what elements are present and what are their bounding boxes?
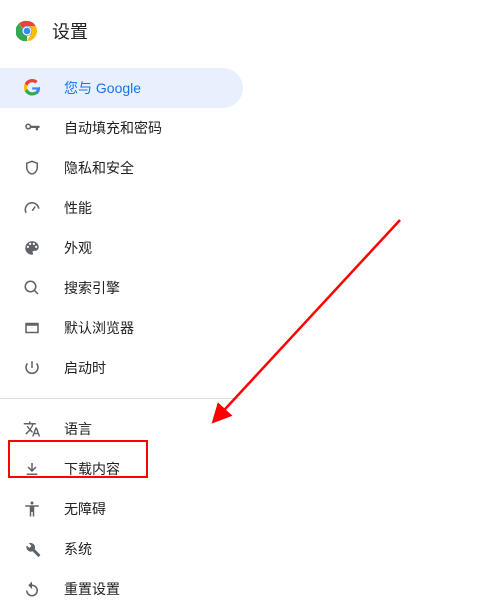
page-title: 设置 [52,18,88,44]
wrench-icon [22,539,42,559]
palette-icon [22,238,42,258]
settings-header: 设置 [0,0,503,64]
nav-search-engine[interactable]: 搜索引擎 [0,268,243,308]
nav-label: 启动时 [64,358,106,378]
key-icon [22,118,42,138]
chrome-logo-icon [16,20,38,42]
nav-downloads[interactable]: 下载内容 [0,449,243,489]
nav-accessibility[interactable]: 无障碍 [0,489,243,529]
power-icon [22,358,42,378]
nav-label: 系统 [64,539,92,559]
google-icon [22,78,42,98]
nav-label: 语言 [64,419,92,439]
search-icon [22,278,42,298]
browser-icon [22,318,42,338]
settings-nav: 您与 Google 自动填充和密码 隐私和安全 性能 外观 搜索引擎 [0,64,503,609]
accessibility-icon [22,499,42,519]
nav-label: 默认浏览器 [64,318,134,338]
nav-label: 无障碍 [64,499,106,519]
nav-appearance[interactable]: 外观 [0,228,243,268]
shield-icon [22,158,42,178]
nav-label: 自动填充和密码 [64,118,162,138]
nav-label: 搜索引擎 [64,278,120,298]
nav-default-browser[interactable]: 默认浏览器 [0,308,243,348]
nav-languages[interactable]: 语言 [0,409,243,449]
nav-autofill[interactable]: 自动填充和密码 [0,108,243,148]
speed-icon [22,198,42,218]
nav-divider [0,398,240,399]
nav-label: 外观 [64,238,92,258]
nav-label: 下载内容 [64,459,120,479]
nav-on-startup[interactable]: 启动时 [0,348,243,388]
nav-label: 隐私和安全 [64,158,134,178]
reset-icon [22,579,42,599]
nav-label: 您与 Google [64,78,141,98]
nav-you-and-google[interactable]: 您与 Google [0,68,243,108]
nav-label: 性能 [64,198,92,218]
translate-icon [22,419,42,439]
nav-reset-settings[interactable]: 重置设置 [0,569,243,609]
nav-system[interactable]: 系统 [0,529,243,569]
nav-privacy-security[interactable]: 隐私和安全 [0,148,243,188]
download-icon [22,459,42,479]
nav-performance[interactable]: 性能 [0,188,243,228]
nav-label: 重置设置 [64,579,120,599]
